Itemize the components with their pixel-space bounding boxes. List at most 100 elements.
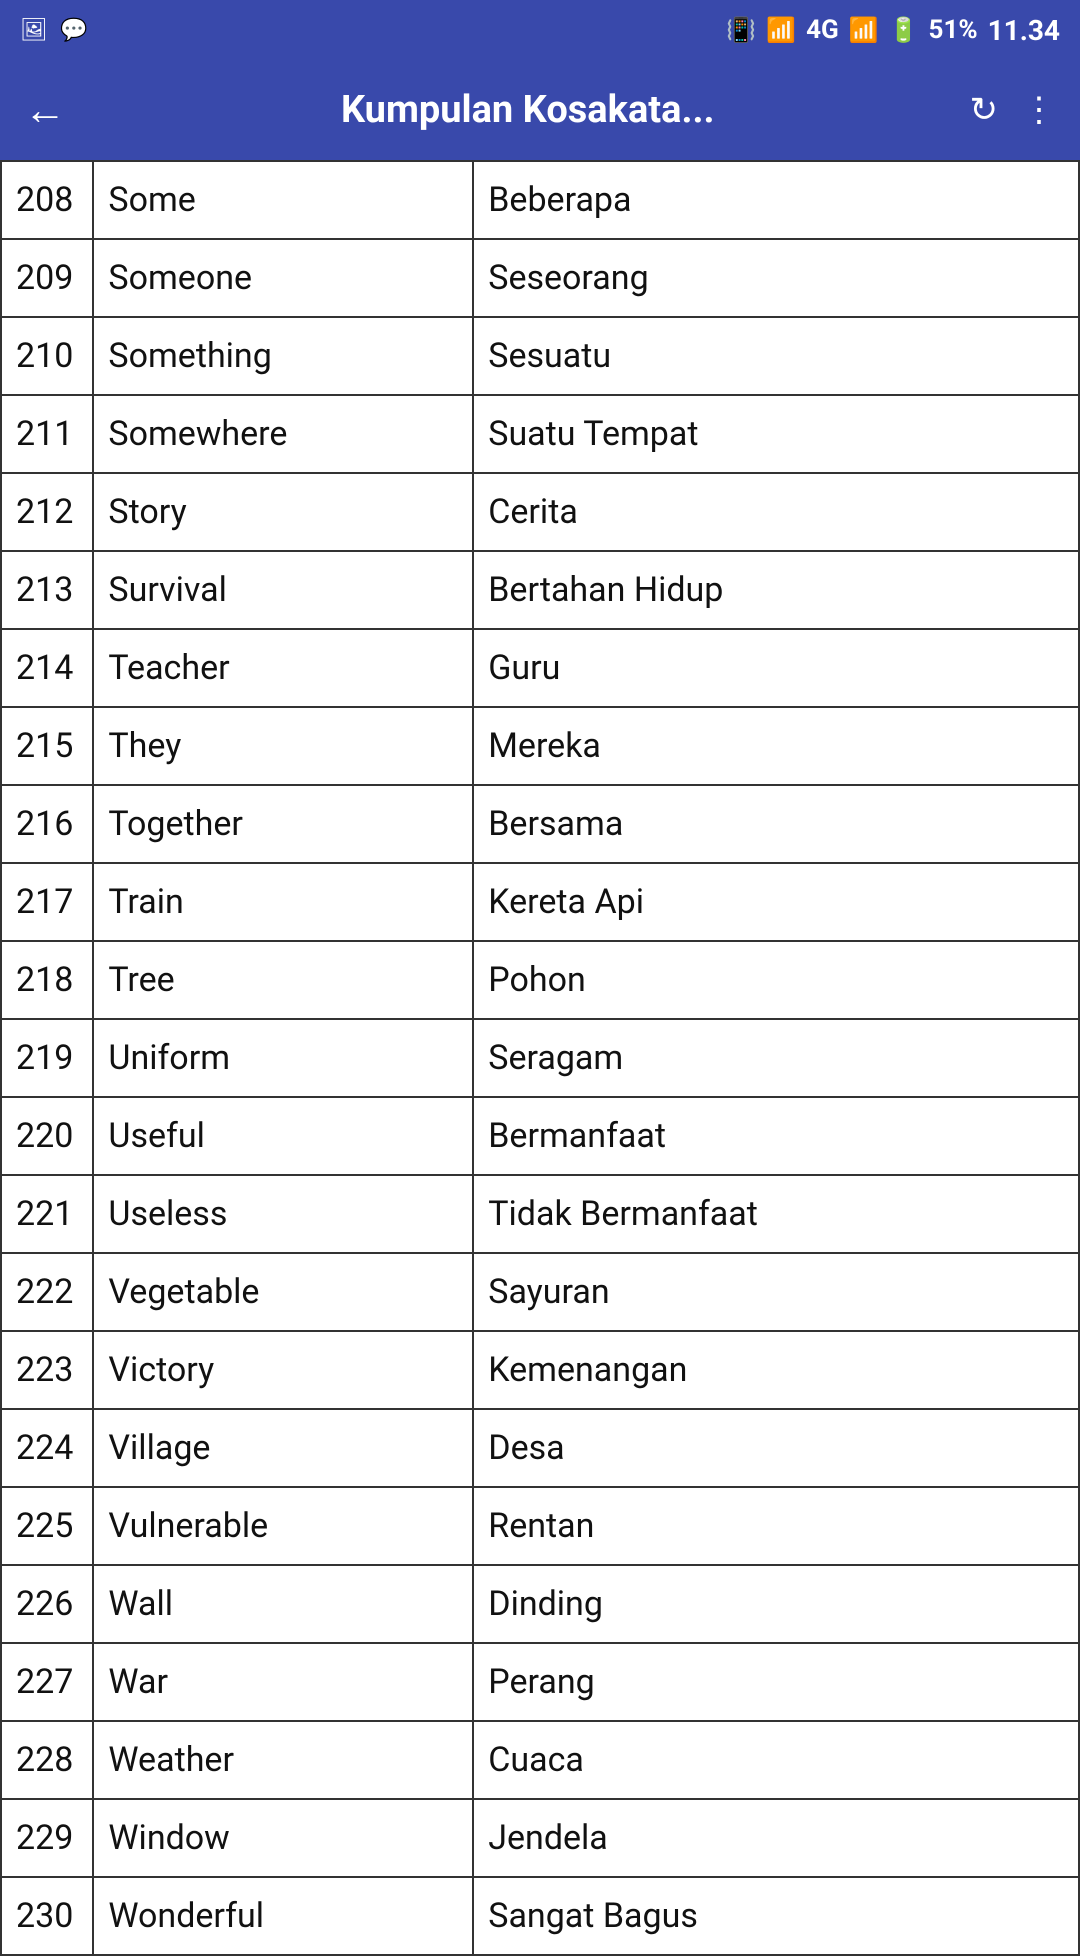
row-num: 208 bbox=[1, 161, 93, 239]
battery-label: 51% bbox=[929, 15, 978, 45]
row-indonesian: Jendela bbox=[473, 1799, 1079, 1877]
row-num: 226 bbox=[1, 1565, 93, 1643]
row-indonesian: Sayuran bbox=[473, 1253, 1079, 1331]
signal-icon: 📶 bbox=[849, 16, 879, 44]
row-indonesian: Cerita bbox=[473, 473, 1079, 551]
row-english: War bbox=[93, 1643, 473, 1721]
row-indonesian: Suatu Tempat bbox=[473, 395, 1079, 473]
table-row: 216 Together Bersama bbox=[1, 785, 1079, 863]
row-num: 218 bbox=[1, 941, 93, 1019]
row-num: 217 bbox=[1, 863, 93, 941]
row-num: 224 bbox=[1, 1409, 93, 1487]
row-num: 228 bbox=[1, 1721, 93, 1799]
row-english: Story bbox=[93, 473, 473, 551]
app-bar-actions: ↻ ⋮ bbox=[970, 90, 1057, 130]
row-num: 229 bbox=[1, 1799, 93, 1877]
row-english: Useful bbox=[93, 1097, 473, 1175]
row-indonesian: Beberapa bbox=[473, 161, 1079, 239]
table-row: 225 Vulnerable Rentan bbox=[1, 1487, 1079, 1565]
row-num: 209 bbox=[1, 239, 93, 317]
row-num: 214 bbox=[1, 629, 93, 707]
row-num: 212 bbox=[1, 473, 93, 551]
table-row: 212 Story Cerita bbox=[1, 473, 1079, 551]
table-row: 214 Teacher Guru bbox=[1, 629, 1079, 707]
row-english: Useless bbox=[93, 1175, 473, 1253]
row-english: Victory bbox=[93, 1331, 473, 1409]
table-row: 215 They Mereka bbox=[1, 707, 1079, 785]
row-english: Tree bbox=[93, 941, 473, 1019]
table-row: 209 Someone Seseorang bbox=[1, 239, 1079, 317]
row-indonesian: Kereta Api bbox=[473, 863, 1079, 941]
table-row: 222 Vegetable Sayuran bbox=[1, 1253, 1079, 1331]
table-row: 211 Somewhere Suatu Tempat bbox=[1, 395, 1079, 473]
row-english: Something bbox=[93, 317, 473, 395]
row-num: 222 bbox=[1, 1253, 93, 1331]
row-num: 210 bbox=[1, 317, 93, 395]
row-indonesian: Pohon bbox=[473, 941, 1079, 1019]
row-num: 216 bbox=[1, 785, 93, 863]
app-bar: ← Kumpulan Kosakata... ↻ ⋮ bbox=[0, 60, 1080, 160]
table-row: 219 Uniform Seragam bbox=[1, 1019, 1079, 1097]
refresh-button[interactable]: ↻ bbox=[970, 90, 999, 130]
row-num: 219 bbox=[1, 1019, 93, 1097]
row-indonesian: Sesuatu bbox=[473, 317, 1079, 395]
row-indonesian: Dinding bbox=[473, 1565, 1079, 1643]
row-indonesian: Desa bbox=[473, 1409, 1079, 1487]
table-row: 228 Weather Cuaca bbox=[1, 1721, 1079, 1799]
back-button[interactable]: ← bbox=[24, 86, 66, 135]
table-row: 213 Survival Bertahan Hidup bbox=[1, 551, 1079, 629]
row-english: Window bbox=[93, 1799, 473, 1877]
row-english: Wall bbox=[93, 1565, 473, 1643]
row-english: Some bbox=[93, 161, 473, 239]
row-english: Someone bbox=[93, 239, 473, 317]
row-indonesian: Mereka bbox=[473, 707, 1079, 785]
row-num: 213 bbox=[1, 551, 93, 629]
table-row: 229 Window Jendela bbox=[1, 1799, 1079, 1877]
row-indonesian: Bersama bbox=[473, 785, 1079, 863]
row-indonesian: Guru bbox=[473, 629, 1079, 707]
more-button[interactable]: ⋮ bbox=[1022, 90, 1056, 130]
row-english: Train bbox=[93, 863, 473, 941]
row-indonesian: Bermanfaat bbox=[473, 1097, 1079, 1175]
chat-icon: 💬 bbox=[60, 18, 87, 43]
row-indonesian: Sangat Bagus bbox=[473, 1877, 1079, 1955]
status-bar: 🖼 💬 📳 📶 4G 📶 🔋 51% 11.34 bbox=[0, 0, 1080, 60]
row-english: Survival bbox=[93, 551, 473, 629]
row-num: 225 bbox=[1, 1487, 93, 1565]
table-row: 208 Some Beberapa bbox=[1, 161, 1079, 239]
status-bar-right: 📳 📶 4G 📶 🔋 51% 11.34 bbox=[726, 14, 1060, 47]
app-bar-title: Kumpulan Kosakata... bbox=[86, 88, 970, 132]
row-num: 220 bbox=[1, 1097, 93, 1175]
row-indonesian: Kemenangan bbox=[473, 1331, 1079, 1409]
row-indonesian: Seragam bbox=[473, 1019, 1079, 1097]
row-indonesian: Cuaca bbox=[473, 1721, 1079, 1799]
vocab-table: 208 Some Beberapa 209 Someone Seseorang … bbox=[0, 160, 1080, 1956]
row-num: 230 bbox=[1, 1877, 93, 1955]
row-num: 211 bbox=[1, 395, 93, 473]
table-row: 230 Wonderful Sangat Bagus bbox=[1, 1877, 1079, 1955]
signal-label: 4G bbox=[806, 15, 839, 45]
table-row: 226 Wall Dinding bbox=[1, 1565, 1079, 1643]
table-row: 221 Useless Tidak Bermanfaat bbox=[1, 1175, 1079, 1253]
table-row: 220 Useful Bermanfaat bbox=[1, 1097, 1079, 1175]
row-indonesian: Seseorang bbox=[473, 239, 1079, 317]
row-english: Vegetable bbox=[93, 1253, 473, 1331]
row-indonesian: Perang bbox=[473, 1643, 1079, 1721]
gallery-icon: 🖼 bbox=[20, 18, 48, 43]
row-num: 215 bbox=[1, 707, 93, 785]
row-english: Together bbox=[93, 785, 473, 863]
row-indonesian: Tidak Bermanfaat bbox=[473, 1175, 1079, 1253]
row-num: 223 bbox=[1, 1331, 93, 1409]
table-row: 223 Victory Kemenangan bbox=[1, 1331, 1079, 1409]
row-indonesian: Bertahan Hidup bbox=[473, 551, 1079, 629]
row-english: Teacher bbox=[93, 629, 473, 707]
vibrate-icon: 📳 bbox=[726, 16, 756, 44]
row-english: Vulnerable bbox=[93, 1487, 473, 1565]
table-row: 227 War Perang bbox=[1, 1643, 1079, 1721]
status-bar-left: 🖼 💬 bbox=[20, 18, 87, 43]
table-row: 217 Train Kereta Api bbox=[1, 863, 1079, 941]
row-english: They bbox=[93, 707, 473, 785]
row-english: Wonderful bbox=[93, 1877, 473, 1955]
row-num: 221 bbox=[1, 1175, 93, 1253]
row-english: Somewhere bbox=[93, 395, 473, 473]
